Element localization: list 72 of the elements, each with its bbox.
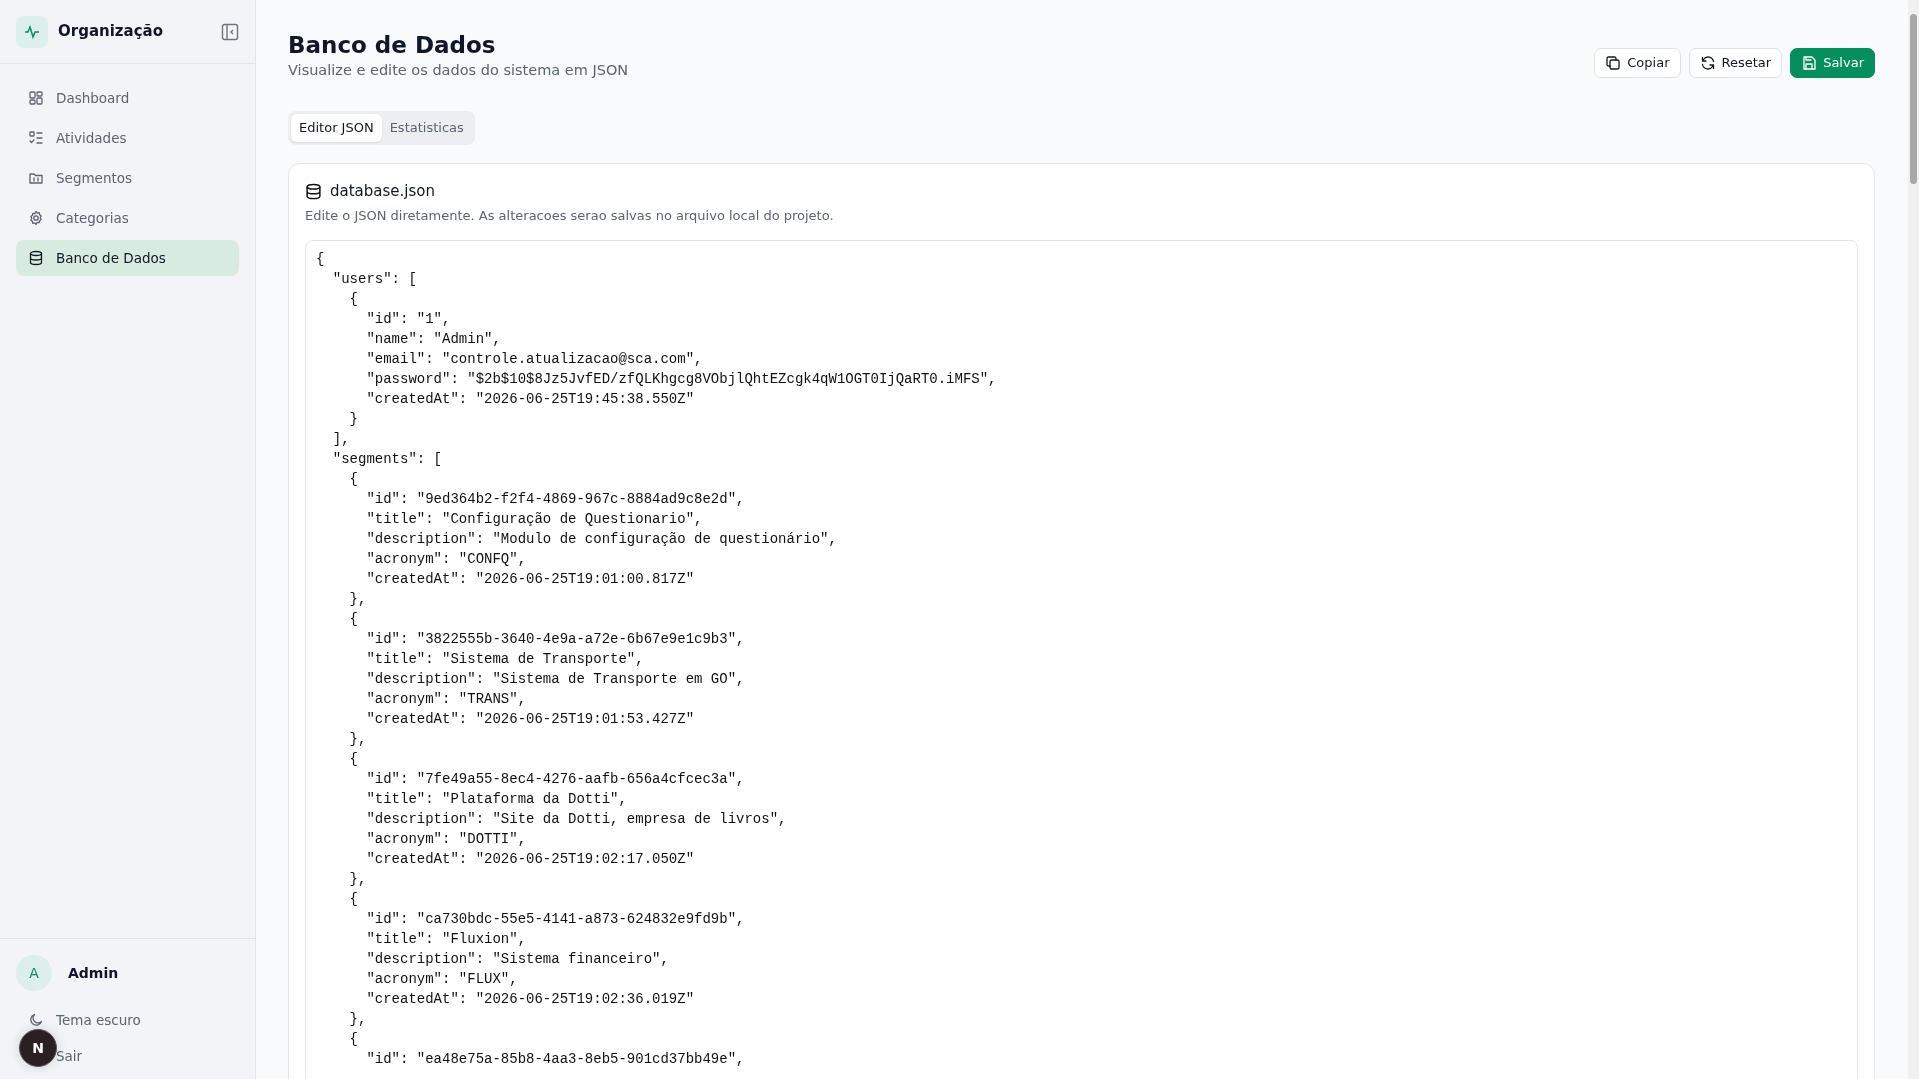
code-line: "users": [ — [331, 269, 418, 289]
code-line: "createdAt": "2026-06-25T19:45:38.550Z" — [365, 389, 696, 409]
code-line: "id": "ca730bdc-55e5-4141-a873-624832e9fd9b", — [365, 909, 746, 929]
code-line: "description": "Sistema financeiro", — [365, 949, 670, 969]
code-line: "title": "Plataforma da Dotti", — [365, 789, 628, 809]
code-line: }, — [348, 1009, 368, 1029]
code-line: } — [348, 409, 359, 429]
tab[interactable]: Estatisticas — [381, 114, 472, 142]
code-line: "id": "9ed364b2-f2f4-4869-967c-8884ad9c8e2d", — [365, 489, 746, 509]
code-line: "createdAt": "2026-06-25T19:01:00.817Z" — [365, 569, 696, 589]
sidebar-item[interactable]: Banco de Dados — [16, 240, 239, 276]
code-line: "title": "Fluxion", — [365, 929, 528, 949]
page-title: Banco de Dados — [288, 32, 497, 60]
code-line: ], — [331, 429, 351, 449]
code-line: "title": "Sistema de Transporte", — [365, 649, 645, 669]
refresh-icon — [1699, 54, 1716, 71]
tab[interactable]: Editor JSON — [291, 114, 382, 142]
folder-icon — [28, 170, 44, 186]
logo-icon — [16, 15, 48, 48]
moon-icon — [28, 1012, 44, 1028]
database-icon — [305, 182, 322, 200]
code-line: { — [348, 889, 359, 909]
code-line: "acronym": "DOTTI", — [365, 829, 528, 849]
dev-badge[interactable]: N — [19, 1029, 57, 1067]
sidebar-item[interactable]: Categorias — [16, 200, 239, 236]
code-line: "description": "Site da Dotti, empresa de livros", — [365, 809, 788, 829]
code-line: "segments": [ — [331, 449, 444, 469]
code-line: { — [348, 749, 359, 769]
code-line: "id": "7fe49a55-8ec4-4276-aafb-656a4cfcec3a", — [365, 769, 746, 789]
code-line: { — [348, 289, 359, 309]
scrollbar[interactable] — [1908, 0, 1919, 1079]
sidebar-item[interactable]: Segmentos — [16, 160, 239, 196]
code-line: "title": "Configuração de Questionario", — [365, 509, 704, 529]
code-line: "acronym": "FLUX", — [365, 969, 519, 989]
code-line: "email": "controle.atualizacao@sca.com", — [365, 349, 704, 369]
sidebar-item[interactable]: Dashboard — [16, 80, 239, 116]
code-line: }, — [348, 869, 368, 889]
code-line: { — [316, 249, 326, 269]
save-button[interactable]: Salvar — [1790, 48, 1875, 78]
card-title: database.json — [330, 180, 435, 202]
code-line: }, — [348, 729, 368, 749]
card-description: Edite o JSON diretamente. As alteracoes serao salvas no arquivo local do projeto. — [305, 207, 835, 226]
collapse-sidebar-icon[interactable] — [221, 22, 239, 41]
checklist-icon — [28, 130, 44, 146]
copy-button[interactable]: Copiar — [1594, 48, 1681, 78]
copy-icon — [1605, 54, 1622, 71]
page-subtitle: Visualize e edite os dados do sistema em JSON — [288, 60, 629, 80]
code-line: }, — [348, 589, 368, 609]
sidebar-item[interactable]: Atividades — [16, 120, 239, 156]
code-line: "createdAt": "2026-06-25T19:01:53.427Z" — [365, 709, 696, 729]
user-avatar: A — [16, 955, 52, 991]
code-line: "createdAt": "2026-06-25T19:02:17.050Z" — [365, 849, 696, 869]
code-line: { — [348, 469, 359, 489]
code-line: "id": "1", — [365, 309, 452, 329]
code-line: "description": "Modulo de configuração de questionário", — [365, 529, 838, 549]
code-line: "createdAt": "2026-06-25T19:02:36.019Z" — [365, 989, 696, 1009]
code-line: "acronym": "CONFQ", — [365, 549, 528, 569]
gear-icon — [28, 210, 44, 226]
code-line: { — [348, 1029, 359, 1049]
code-line: "name": "Admin", — [365, 329, 502, 349]
code-line: "id": "3822555b-3640-4e9a-a72e-6b67e9e1c9b3", — [365, 629, 746, 649]
grid-icon — [28, 90, 44, 106]
code-line: "id": "ea48e75a-85b8-4aa3-8eb5-901cd37bb49e", — [365, 1049, 746, 1069]
user-name: Admin — [68, 963, 119, 983]
reset-button[interactable]: Resetar — [1688, 48, 1783, 78]
database-icon — [28, 250, 44, 266]
save-icon — [1801, 54, 1818, 71]
code-line: "acronym": "TRANS", — [365, 689, 528, 709]
code-line: "description": "Sistema de Transporte em GO", — [365, 669, 746, 689]
code-line: "password": "$2b$10$8Jz5JvfED/zfQLKhgcg8VObjlQhtEZcgk4qW1OGT0IjQaRT0.iMFS", — [365, 369, 998, 389]
brand-name: Organização — [58, 21, 164, 43]
code-line: { — [348, 609, 359, 629]
